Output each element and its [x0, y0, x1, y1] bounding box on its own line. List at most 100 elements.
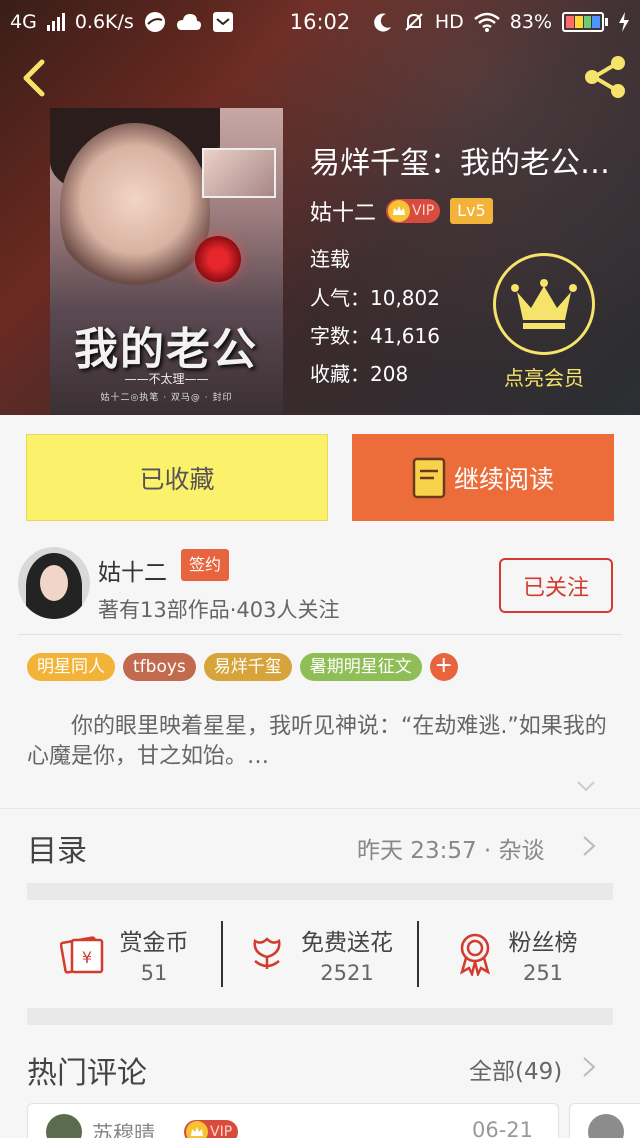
book-cover[interactable]: 我的老公 ——不太理—— 姑十二◎执笔 · 双马@ · 封印 — [50, 108, 283, 415]
cover-subtitle: ——不太理—— — [124, 372, 209, 386]
chevron-down-icon — [577, 781, 595, 792]
red-envelope-icon: ¥ — [59, 935, 103, 974]
book-title: 易烊千玺：我的老公… — [310, 146, 610, 181]
support-panel: ¥ 赏金币 51 免费送花 2521 粉丝榜 251 — [27, 900, 613, 1007]
member-button[interactable] — [493, 253, 595, 355]
book-detail-body: 已收藏 继续阅读 — [0, 415, 640, 1138]
book-synopsis[interactable]: 你的眼里映着星星，我听见神说：“在劫难逃.”如果我的心魔是你，甘之如饴。… — [27, 712, 613, 772]
commenter-name[interactable]: 苏穆晴 — [92, 1118, 155, 1138]
svg-text:¥: ¥ — [81, 948, 91, 967]
author-meta: 著有13部作品·403人关注 — [98, 598, 340, 622]
favorites-stat: 收藏：208 — [310, 358, 408, 387]
commenter-avatar[interactable] — [46, 1114, 82, 1138]
weather-icon — [176, 14, 201, 30]
mute-icon — [405, 13, 423, 31]
add-tag-button[interactable]: + — [429, 653, 458, 681]
network-type: 4G — [10, 11, 37, 33]
toc-latest-update[interactable]: 昨天 23:57 · 杂谈 — [357, 831, 545, 865]
section-divider — [27, 1008, 613, 1025]
cover-title: 我的老公 — [74, 324, 258, 375]
share-icon — [585, 56, 625, 98]
signed-badge: 签约 — [181, 549, 230, 581]
member-label: 点亮会员 — [504, 366, 584, 390]
reward-coins-label: 赏金币 — [119, 929, 189, 956]
free-flower-label: 免费送花 — [301, 929, 393, 956]
all-comments-arrow[interactable] — [582, 1056, 596, 1078]
chevron-right-icon — [583, 1057, 596, 1077]
comment-card[interactable] — [569, 1103, 640, 1138]
commenter-avatar[interactable] — [588, 1114, 624, 1138]
vip-label: VIP — [412, 203, 435, 219]
mail-icon — [212, 12, 233, 32]
popularity-stat: 人气：10,802 — [310, 282, 440, 311]
all-comments-link[interactable]: 全部(49) — [469, 1052, 562, 1086]
vip-badge: VIP — [184, 1120, 239, 1138]
moon-icon — [374, 13, 391, 32]
favorites-value: 208 — [370, 362, 409, 386]
flower-icon — [253, 936, 281, 969]
cover-inset-photo — [202, 148, 276, 198]
crown-icon — [388, 200, 411, 222]
continue-reading-label: 继续阅读 — [453, 464, 554, 494]
serial-status: 连载 — [310, 247, 350, 271]
divider — [18, 634, 622, 635]
free-flower-button[interactable]: 免费送花 2521 — [223, 923, 417, 985]
words-label: 字数： — [310, 324, 370, 348]
cover-rose — [195, 236, 241, 282]
cover-footer: 姑十二◎执笔 · 双马@ · 封印 — [100, 393, 233, 403]
status-bar: 4G 0.6K/s 16:02 HD 83% — [0, 0, 640, 44]
reward-coins-value: 51 — [140, 960, 168, 985]
comment-card[interactable]: 苏穆晴 VIP 06-21 — [27, 1103, 559, 1138]
author-avatar[interactable] — [18, 547, 90, 619]
battery-percent: 83% — [509, 11, 552, 33]
wifi-icon — [473, 12, 500, 32]
tag-item[interactable]: tfboys — [123, 653, 196, 681]
cover-portrait — [60, 123, 210, 293]
book-author-row: 姑十二 VIP Lv5 — [310, 195, 493, 227]
word-count-stat: 字数：41,616 — [310, 320, 440, 349]
book-author-name[interactable]: 姑十二 — [310, 195, 376, 227]
tag-item[interactable]: 明星同人 — [27, 653, 115, 681]
free-flower-value: 2521 — [320, 960, 374, 985]
chevron-left-icon — [23, 59, 45, 97]
fan-ranking-label: 粉丝榜 — [508, 929, 578, 956]
divider — [0, 808, 640, 809]
expand-synopsis-button[interactable] — [576, 778, 596, 792]
popularity-value: 10,802 — [370, 286, 440, 310]
level-badge: Lv5 — [450, 198, 493, 224]
tag-list: 明星同人 tfboys 易烊千玺 暑期明星征文 + — [27, 653, 458, 681]
crown-icon — [511, 279, 577, 329]
tag-item[interactable]: 易烊千玺 — [203, 653, 292, 681]
network-speed: 0.6K/s — [74, 11, 134, 33]
book-header-banner: 我的老公 ——不太理—— 姑十二◎执笔 · 双马@ · 封印 易烊千玺：我的老公… — [0, 0, 640, 415]
vip-badge: VIP — [386, 199, 441, 223]
browser-icon — [144, 12, 165, 32]
toc-title[interactable]: 目录 — [27, 826, 87, 870]
tag-item[interactable]: 暑期明星征文 — [299, 653, 422, 681]
chevron-right-icon — [583, 836, 596, 856]
hd-indicator: HD — [434, 11, 464, 33]
hot-comments-title: 热门评论 — [27, 1056, 147, 1091]
toc-open-button[interactable] — [582, 835, 596, 857]
charging-icon — [619, 12, 629, 32]
collected-button[interactable]: 已收藏 — [26, 434, 328, 521]
back-button[interactable] — [16, 58, 52, 98]
author-name[interactable]: 姑十二 — [98, 553, 167, 587]
crown-icon — [186, 1121, 208, 1138]
continue-reading-button[interactable]: 继续阅读 — [352, 434, 614, 521]
book-icon — [412, 457, 446, 498]
section-divider — [27, 883, 613, 900]
share-button[interactable] — [580, 52, 630, 102]
fan-ranking-button[interactable]: 粉丝榜 251 — [419, 923, 613, 985]
medal-icon — [459, 933, 490, 976]
signal-icon — [46, 13, 65, 31]
words-value: 41,616 — [370, 324, 440, 348]
battery-icon — [562, 12, 608, 32]
vip-label: VIP — [210, 1124, 233, 1138]
favorites-label: 收藏： — [310, 362, 370, 386]
comment-date: 06-21 — [472, 1118, 534, 1138]
popularity-label: 人气： — [310, 286, 370, 310]
reward-coins-button[interactable]: ¥ 赏金币 51 — [27, 923, 221, 985]
follow-button[interactable]: 已关注 — [499, 558, 613, 613]
fan-ranking-value: 251 — [522, 960, 564, 985]
